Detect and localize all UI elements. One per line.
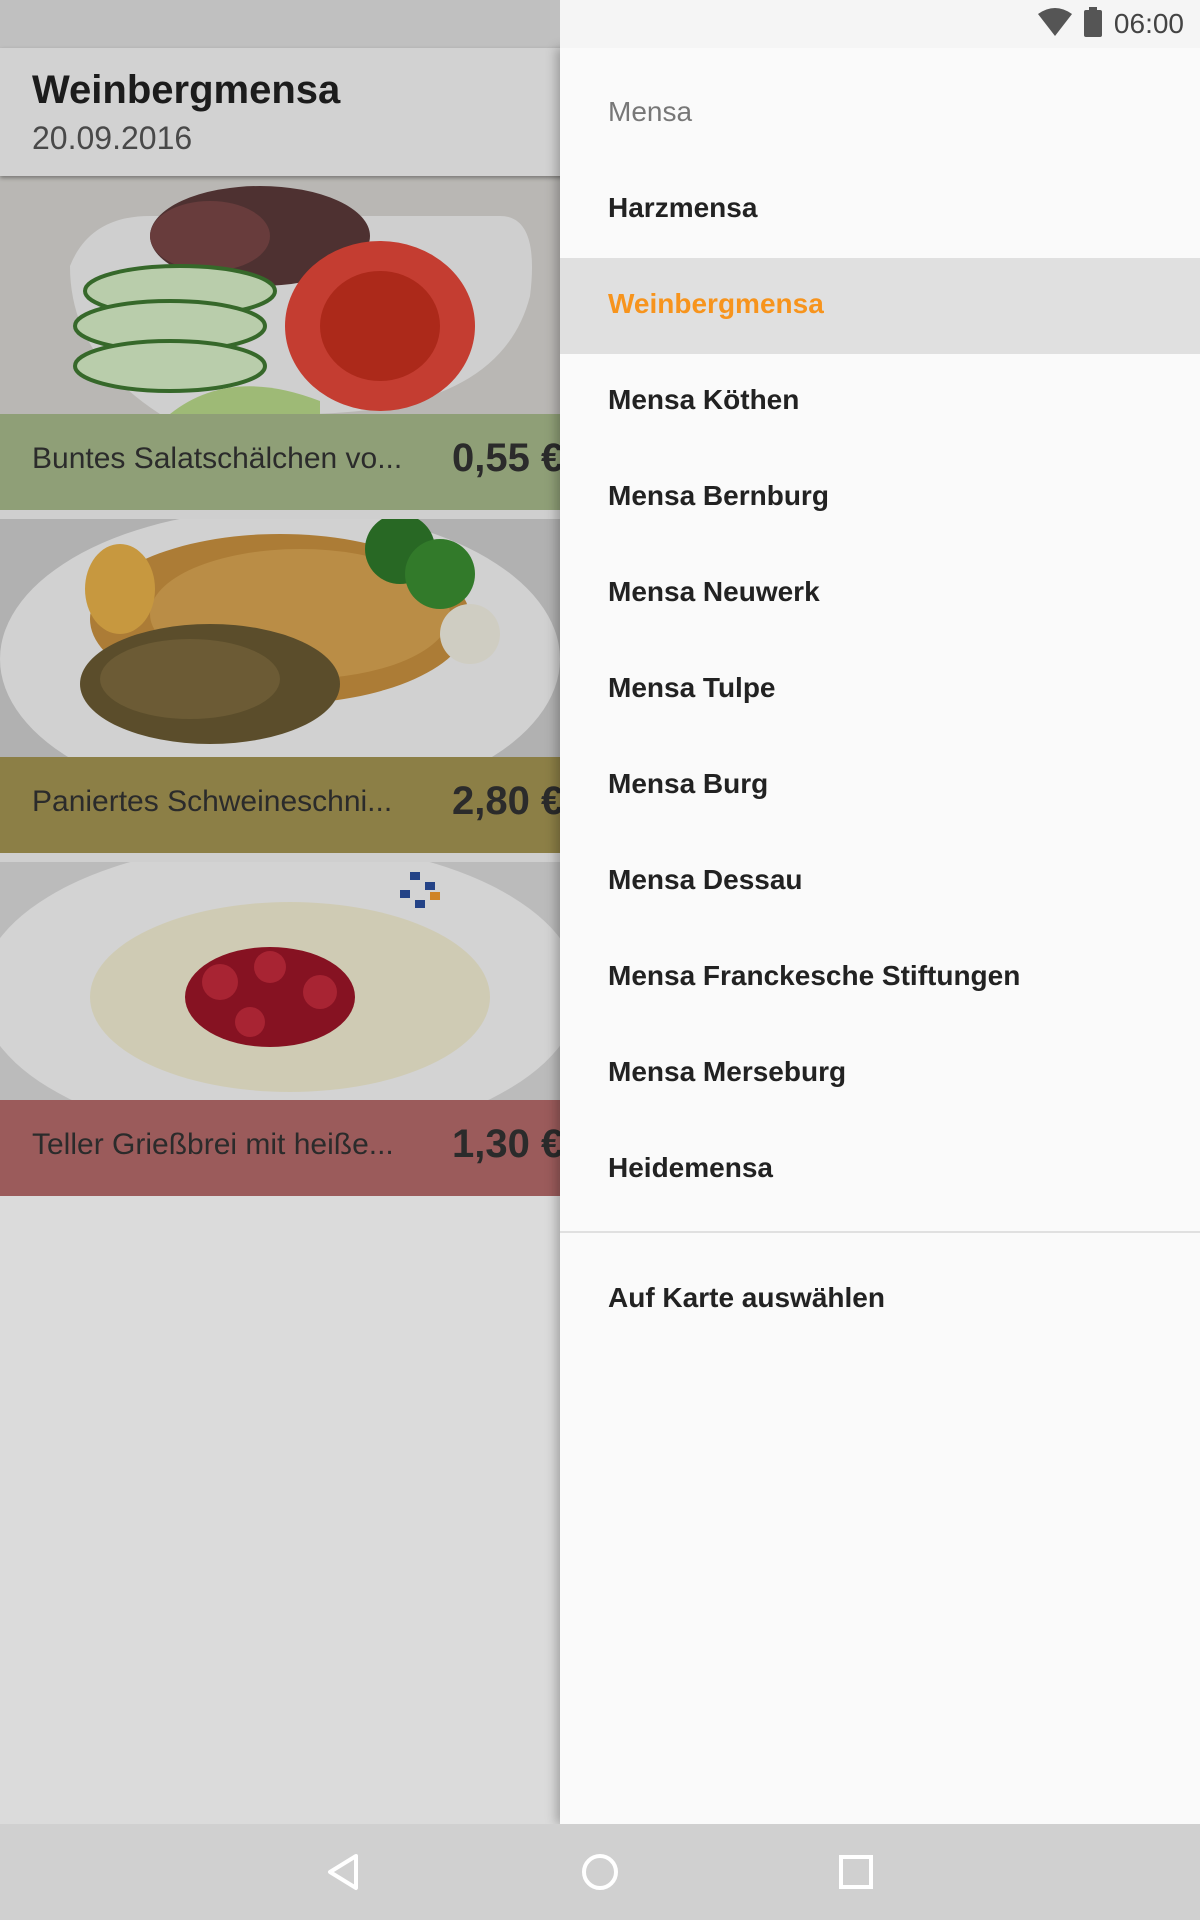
back-icon[interactable] <box>316 1844 372 1900</box>
navigation-drawer: Mensa Harzmensa Weinbergmensa Mensa Köth… <box>560 48 1200 1824</box>
drawer-item-label: Mensa Neuwerk <box>608 576 820 607</box>
drawer-item-mensa-bernburg[interactable]: Mensa Bernburg <box>560 450 1200 546</box>
wifi-icon <box>1037 7 1072 41</box>
home-icon[interactable] <box>572 1844 628 1900</box>
drawer-item-mensa-koethen[interactable]: Mensa Köthen <box>560 354 1200 450</box>
recent-apps-icon[interactable] <box>828 1844 884 1900</box>
drawer-item-weinbergmensa[interactable]: Weinbergmensa <box>560 258 1200 354</box>
drawer-item-select-on-map[interactable]: Auf Karte auswählen <box>560 1252 1200 1348</box>
drawer-item-harzmensa[interactable]: Harzmensa <box>560 162 1200 258</box>
drawer-item-heidemensa[interactable]: Heidemensa <box>560 1122 1200 1218</box>
drawer-item-mensa-burg[interactable]: Mensa Burg <box>560 738 1200 834</box>
drawer-item-mensa-dessau[interactable]: Mensa Dessau <box>560 834 1200 930</box>
drawer-item-label: Mensa Tulpe <box>608 672 776 703</box>
drawer-item-label: Mensa Bernburg <box>608 480 829 511</box>
status-time: 06:00 <box>1113 8 1184 39</box>
drawer-item-label: Mensa Dessau <box>608 864 803 895</box>
drawer-item-mensa-tulpe[interactable]: Mensa Tulpe <box>560 642 1200 738</box>
status-bar: 06:00 <box>560 0 1200 48</box>
drawer-item-mensa-franckesche-stiftungen[interactable]: Mensa Franckesche Stiftungen <box>560 930 1200 1026</box>
drawer-section-header: Mensa <box>608 96 693 127</box>
system-nav-bar <box>0 1824 1200 1920</box>
drawer-item-label: Mensa Burg <box>608 768 769 799</box>
drawer-item-label: Mensa Köthen <box>608 384 800 415</box>
drawer-divider <box>560 1231 1200 1233</box>
drawer-item-label: Harzmensa <box>608 192 758 223</box>
drawer-item-label: Auf Karte auswählen <box>608 1282 885 1313</box>
drawer-item-mensa-merseburg[interactable]: Mensa Merseburg <box>560 1026 1200 1122</box>
drawer-item-mensa-neuwerk[interactable]: Mensa Neuwerk <box>560 546 1200 642</box>
battery-icon <box>1083 6 1102 42</box>
drawer-item-label: Heidemensa <box>608 1152 773 1183</box>
drawer-item-label: Mensa Merseburg <box>608 1056 847 1087</box>
drawer-item-label: Mensa Franckesche Stiftungen <box>608 960 1021 991</box>
drawer-item-label: Weinbergmensa <box>608 288 824 319</box>
